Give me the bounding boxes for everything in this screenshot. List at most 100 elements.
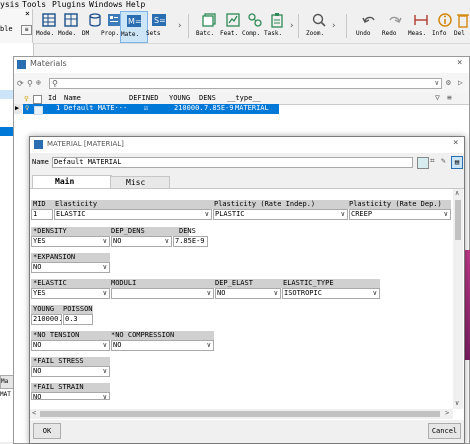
materials-search-row: ⟳ ⚲ ⊕ ⚲ ∨ ⚙ ▷ [14, 77, 469, 91]
comment-icon[interactable]: ✎ [441, 156, 446, 165]
chevron-right-icon[interactable]: › [177, 21, 182, 31]
close-icon[interactable]: × [457, 58, 462, 68]
batch-button[interactable]: Batc. [196, 11, 222, 41]
left-panel-tab-2: MAT [0, 391, 11, 398]
name-field[interactable]: Default MATERIAL [52, 157, 413, 168]
layers-icon [64, 13, 78, 27]
expansion-select[interactable]: NO [31, 262, 110, 273]
delete-button[interactable]: Del [454, 11, 470, 41]
chevron-down-icon[interactable]: ∨ [435, 79, 439, 87]
mid-field[interactable]: 1 [31, 209, 53, 220]
list-view-icon[interactable]: ≡ [21, 25, 32, 35]
cell-defined[interactable]: ☑ [144, 104, 148, 113]
density-header: *DENSITY [33, 227, 67, 235]
fail-strain-header: *FAIL STRAIN [33, 383, 84, 391]
zoom-icon [312, 13, 326, 27]
tab-misc[interactable]: Misc [110, 176, 170, 188]
export-icon[interactable]: ▷ [458, 78, 463, 87]
no-compression-select[interactable]: NO [111, 340, 214, 351]
left-panel-highlight[interactable] [0, 127, 13, 136]
card-view-icon[interactable]: ▤ [451, 156, 463, 169]
column-header-id[interactable]: Id [48, 94, 56, 103]
scroll-left-icon[interactable]: < [32, 409, 36, 417]
undo-button[interactable]: Undo [356, 11, 382, 41]
moduli-select[interactable] [111, 288, 214, 299]
fail-stress-select[interactable]: NO [31, 366, 110, 377]
cancel-button[interactable]: Cancel [428, 423, 461, 439]
filter-icon[interactable]: ▽ [435, 93, 440, 102]
materials-titlebar: Materials × [14, 57, 469, 73]
menu-plugins[interactable]: Plugins [52, 0, 86, 9]
vertical-scrollbar[interactable]: ∧ ∨ [453, 189, 463, 409]
left-panel-selected-row[interactable] [0, 90, 13, 99]
tab-main[interactable]: Main [32, 175, 112, 188]
refresh-icon[interactable]: ⟳ [17, 79, 24, 88]
menu-analysis[interactable]: ysis [0, 0, 19, 9]
zoom-button[interactable]: Zoom. [306, 11, 332, 41]
name-label: Name [32, 158, 49, 166]
elasticity-select[interactable]: ELASTIC [54, 209, 212, 220]
menu-tools[interactable]: Tools [22, 0, 46, 9]
dens-field[interactable]: 7.85E-9 [173, 236, 208, 247]
no-tension-select[interactable]: NO [31, 340, 110, 351]
close-icon[interactable]: × [453, 138, 458, 148]
elastic-type-select[interactable]: ISOTROPIC [282, 288, 380, 299]
svg-text:S=: S= [154, 16, 166, 25]
horizontal-scrollbar[interactable]: < > [30, 409, 453, 419]
table-edit-icon[interactable]: ⌗ [430, 156, 435, 166]
bulb-icon[interactable]: ♀ [25, 104, 29, 113]
cell-name: Default MATE··· [64, 104, 128, 112]
settings-icon[interactable]: ⚙ [446, 78, 451, 87]
column-header-name[interactable]: Name [64, 94, 81, 103]
search-input[interactable]: ⚲ ∨ [49, 78, 442, 89]
mode-button-2[interactable]: Mode. [58, 11, 84, 41]
poisson-header: POISSON [63, 305, 93, 313]
column-header-young[interactable]: YOUNG [169, 94, 190, 103]
mid-header: MID [33, 200, 46, 208]
dep-elast-select[interactable]: NO [215, 288, 281, 299]
dens-header: DENS [179, 227, 196, 235]
undo-icon [362, 16, 375, 23]
bulb-icon[interactable]: ♀ [24, 94, 29, 103]
elastic-select[interactable]: YES [31, 288, 110, 299]
filter-icon[interactable]: ⚲ [27, 79, 33, 88]
delete-icon [457, 14, 469, 28]
young-field[interactable]: 210000. [31, 314, 62, 325]
color-swatch[interactable] [417, 157, 429, 169]
sets-button[interactable]: S= Sets [146, 11, 172, 41]
ok-button[interactable]: OK [33, 423, 61, 439]
task-button[interactable]: Task. [264, 11, 290, 41]
fail-strain-select[interactable]: NO [31, 392, 110, 400]
poisson-field[interactable]: 0.3 [63, 314, 93, 325]
column-header-type[interactable]: __type__ [227, 94, 261, 103]
batch-icon [202, 13, 216, 27]
dep-dens-select[interactable]: NO [111, 236, 172, 247]
scroll-right-icon[interactable]: > [445, 409, 449, 417]
search-options-icon[interactable]: ⊕ [36, 78, 41, 87]
scroll-up-icon[interactable]: ∧ [455, 189, 459, 197]
scroll-down-icon[interactable]: ∨ [455, 399, 459, 407]
menu-help[interactable]: Help [126, 0, 145, 9]
close-icon[interactable]: × [25, 9, 30, 18]
plasticity-rate-dep-select[interactable]: CREEP [349, 209, 451, 220]
column-header-dens[interactable]: DENS [199, 94, 216, 103]
chevron-right-icon[interactable]: › [331, 21, 336, 31]
column-header-defined[interactable]: DEFINED [129, 94, 159, 103]
chevron-right-icon[interactable]: › [289, 21, 294, 31]
component-icon [248, 13, 262, 27]
elastic-type-header: ELASTIC_TYPE [283, 279, 334, 287]
redo-button[interactable]: Redo [382, 11, 408, 41]
materials-button[interactable]: M= Mate. [120, 11, 148, 43]
scrollbar-thumb[interactable] [40, 411, 440, 417]
menu-windows[interactable]: Windows [89, 0, 123, 9]
table-row[interactable]: ▶ ♀ 1 Default MATE··· ☑ 210000. 7.85E-9 … [14, 104, 469, 115]
plasticity-rate-indep-select[interactable]: PLASTIC [213, 209, 348, 220]
columns-icon[interactable]: ≡ [447, 93, 452, 102]
row-checkbox[interactable] [34, 106, 43, 115]
toolbar: Mode. Mode. DM Prop. M= Mate. S= Sets › … [0, 9, 470, 44]
select-all-checkbox[interactable] [33, 95, 42, 104]
density-select[interactable]: YES [31, 236, 110, 247]
app-icon [17, 60, 26, 69]
measure-button[interactable]: Meas. [408, 11, 434, 41]
scrollbar-thumb[interactable] [455, 200, 461, 240]
